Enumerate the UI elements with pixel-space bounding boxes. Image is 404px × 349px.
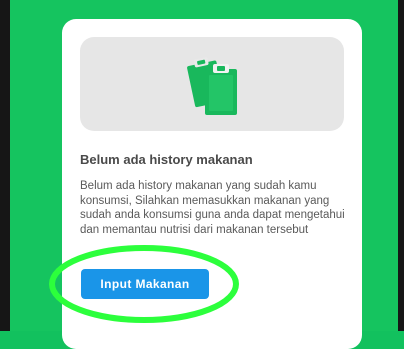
clipboard-icon <box>187 57 237 115</box>
device-bezel-left <box>0 0 10 331</box>
empty-state-description: Belum ada history makanan yang sudah kam… <box>80 180 345 236</box>
device-bezel-right <box>398 0 404 331</box>
empty-history-card: Belum ada history makanan Belum ada hist… <box>62 19 362 349</box>
empty-state-illustration <box>80 37 344 131</box>
input-makanan-button[interactable]: Input Makanan <box>81 269 209 299</box>
empty-state-title: Belum ada history makanan <box>80 152 253 167</box>
